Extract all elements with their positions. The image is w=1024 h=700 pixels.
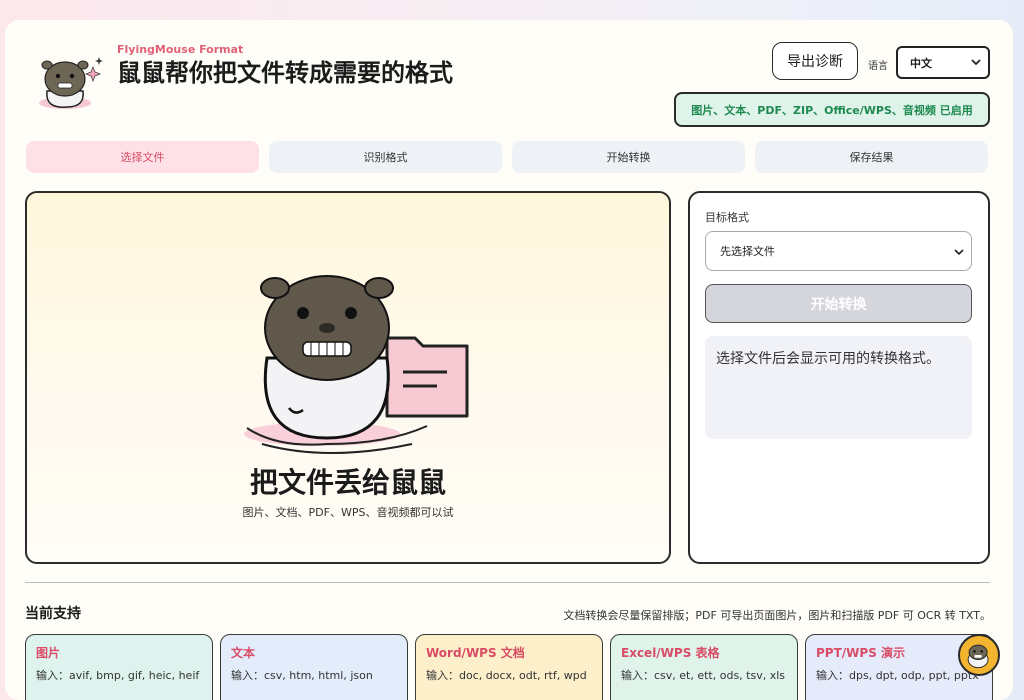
support-card-word: Word/WPS 文档 输入：doc, docx, odt, rtf, wpd	[415, 634, 603, 700]
brand-name: FlyingMouse Format	[117, 43, 244, 56]
language-select-value: 中文	[910, 56, 932, 70]
support-card-text: 文本 输入：csv, htm, html, json	[220, 634, 408, 700]
drop-zone-title: 把文件丢给鼠鼠	[249, 466, 446, 499]
step-save-result[interactable]: 保存结果	[755, 141, 988, 173]
target-format-value: 先选择文件	[720, 245, 775, 258]
support-card-excel: Excel/WPS 表格 输入：csv, et, ett, ods, tsv, …	[610, 634, 798, 700]
chevron-down-icon	[971, 59, 981, 66]
card-title: Word/WPS 文档	[426, 646, 525, 660]
card-input-formats: 输入：csv, et, ett, ods, tsv, xls	[621, 669, 786, 682]
card-input-formats: 输入：avif, bmp, gif, heic, heif	[36, 669, 200, 682]
language-label: 语言	[868, 61, 888, 72]
language-select[interactable]: 中文	[896, 46, 990, 79]
card-title: 图片	[36, 646, 61, 660]
step-start-convert[interactable]: 开始转换	[512, 141, 745, 173]
target-format-label: 目标格式	[705, 211, 749, 224]
conversion-panel: 目标格式 先选择文件 开始转换 选择文件后会显示可用的转换格式。	[688, 191, 990, 564]
card-input-formats: 输入：csv, htm, html, json	[231, 669, 373, 682]
support-section-title: 当前支持	[25, 606, 81, 622]
card-input-formats: 输入：dps, dpt, odp, ppt, pptx	[816, 669, 979, 682]
drop-zone-subtitle: 图片、文档、PDF、WPS、音视频都可以试	[242, 506, 454, 519]
format-hint: 选择文件后会显示可用的转换格式。	[705, 336, 972, 439]
card-title: 文本	[231, 646, 256, 660]
mouse-face-icon	[967, 644, 989, 669]
mouse-with-folder-illustration	[244, 275, 469, 454]
target-format-select[interactable]: 先选择文件	[705, 231, 972, 271]
export-diagnostics-button[interactable]: 导出诊断	[772, 42, 858, 80]
section-divider	[25, 582, 990, 583]
enabled-formats-badge: 图片、文本、PDF、ZIP、Office/WPS、音视频 已启用	[674, 92, 990, 127]
support-card-image: 图片 输入：avif, bmp, gif, heic, heif	[25, 634, 213, 700]
page-title: 鼠鼠帮你把文件转成需要的格式	[117, 59, 453, 87]
chevron-down-icon	[954, 249, 964, 256]
mouse-mascot-logo	[39, 57, 103, 109]
start-convert-button[interactable]: 开始转换	[705, 284, 972, 323]
step-select-file[interactable]: 选择文件	[26, 141, 259, 173]
support-note: 文档转换会尽量保留排版；PDF 可导出页面图片，图片和扫描版 PDF 可 OCR…	[563, 609, 991, 622]
card-title: Excel/WPS 表格	[621, 646, 720, 660]
file-drop-zone[interactable]: 把文件丢给鼠鼠 图片、文档、PDF、WPS、音视频都可以试	[25, 191, 671, 564]
step-detect-format[interactable]: 识别格式	[269, 141, 502, 173]
app-window: FlyingMouse Format 鼠鼠帮你把文件转成需要的格式 导出诊断 语…	[5, 20, 1013, 700]
mascot-float-button[interactable]	[958, 634, 1000, 676]
card-input-formats: 输入：doc, docx, odt, rtf, wpd	[426, 669, 587, 682]
